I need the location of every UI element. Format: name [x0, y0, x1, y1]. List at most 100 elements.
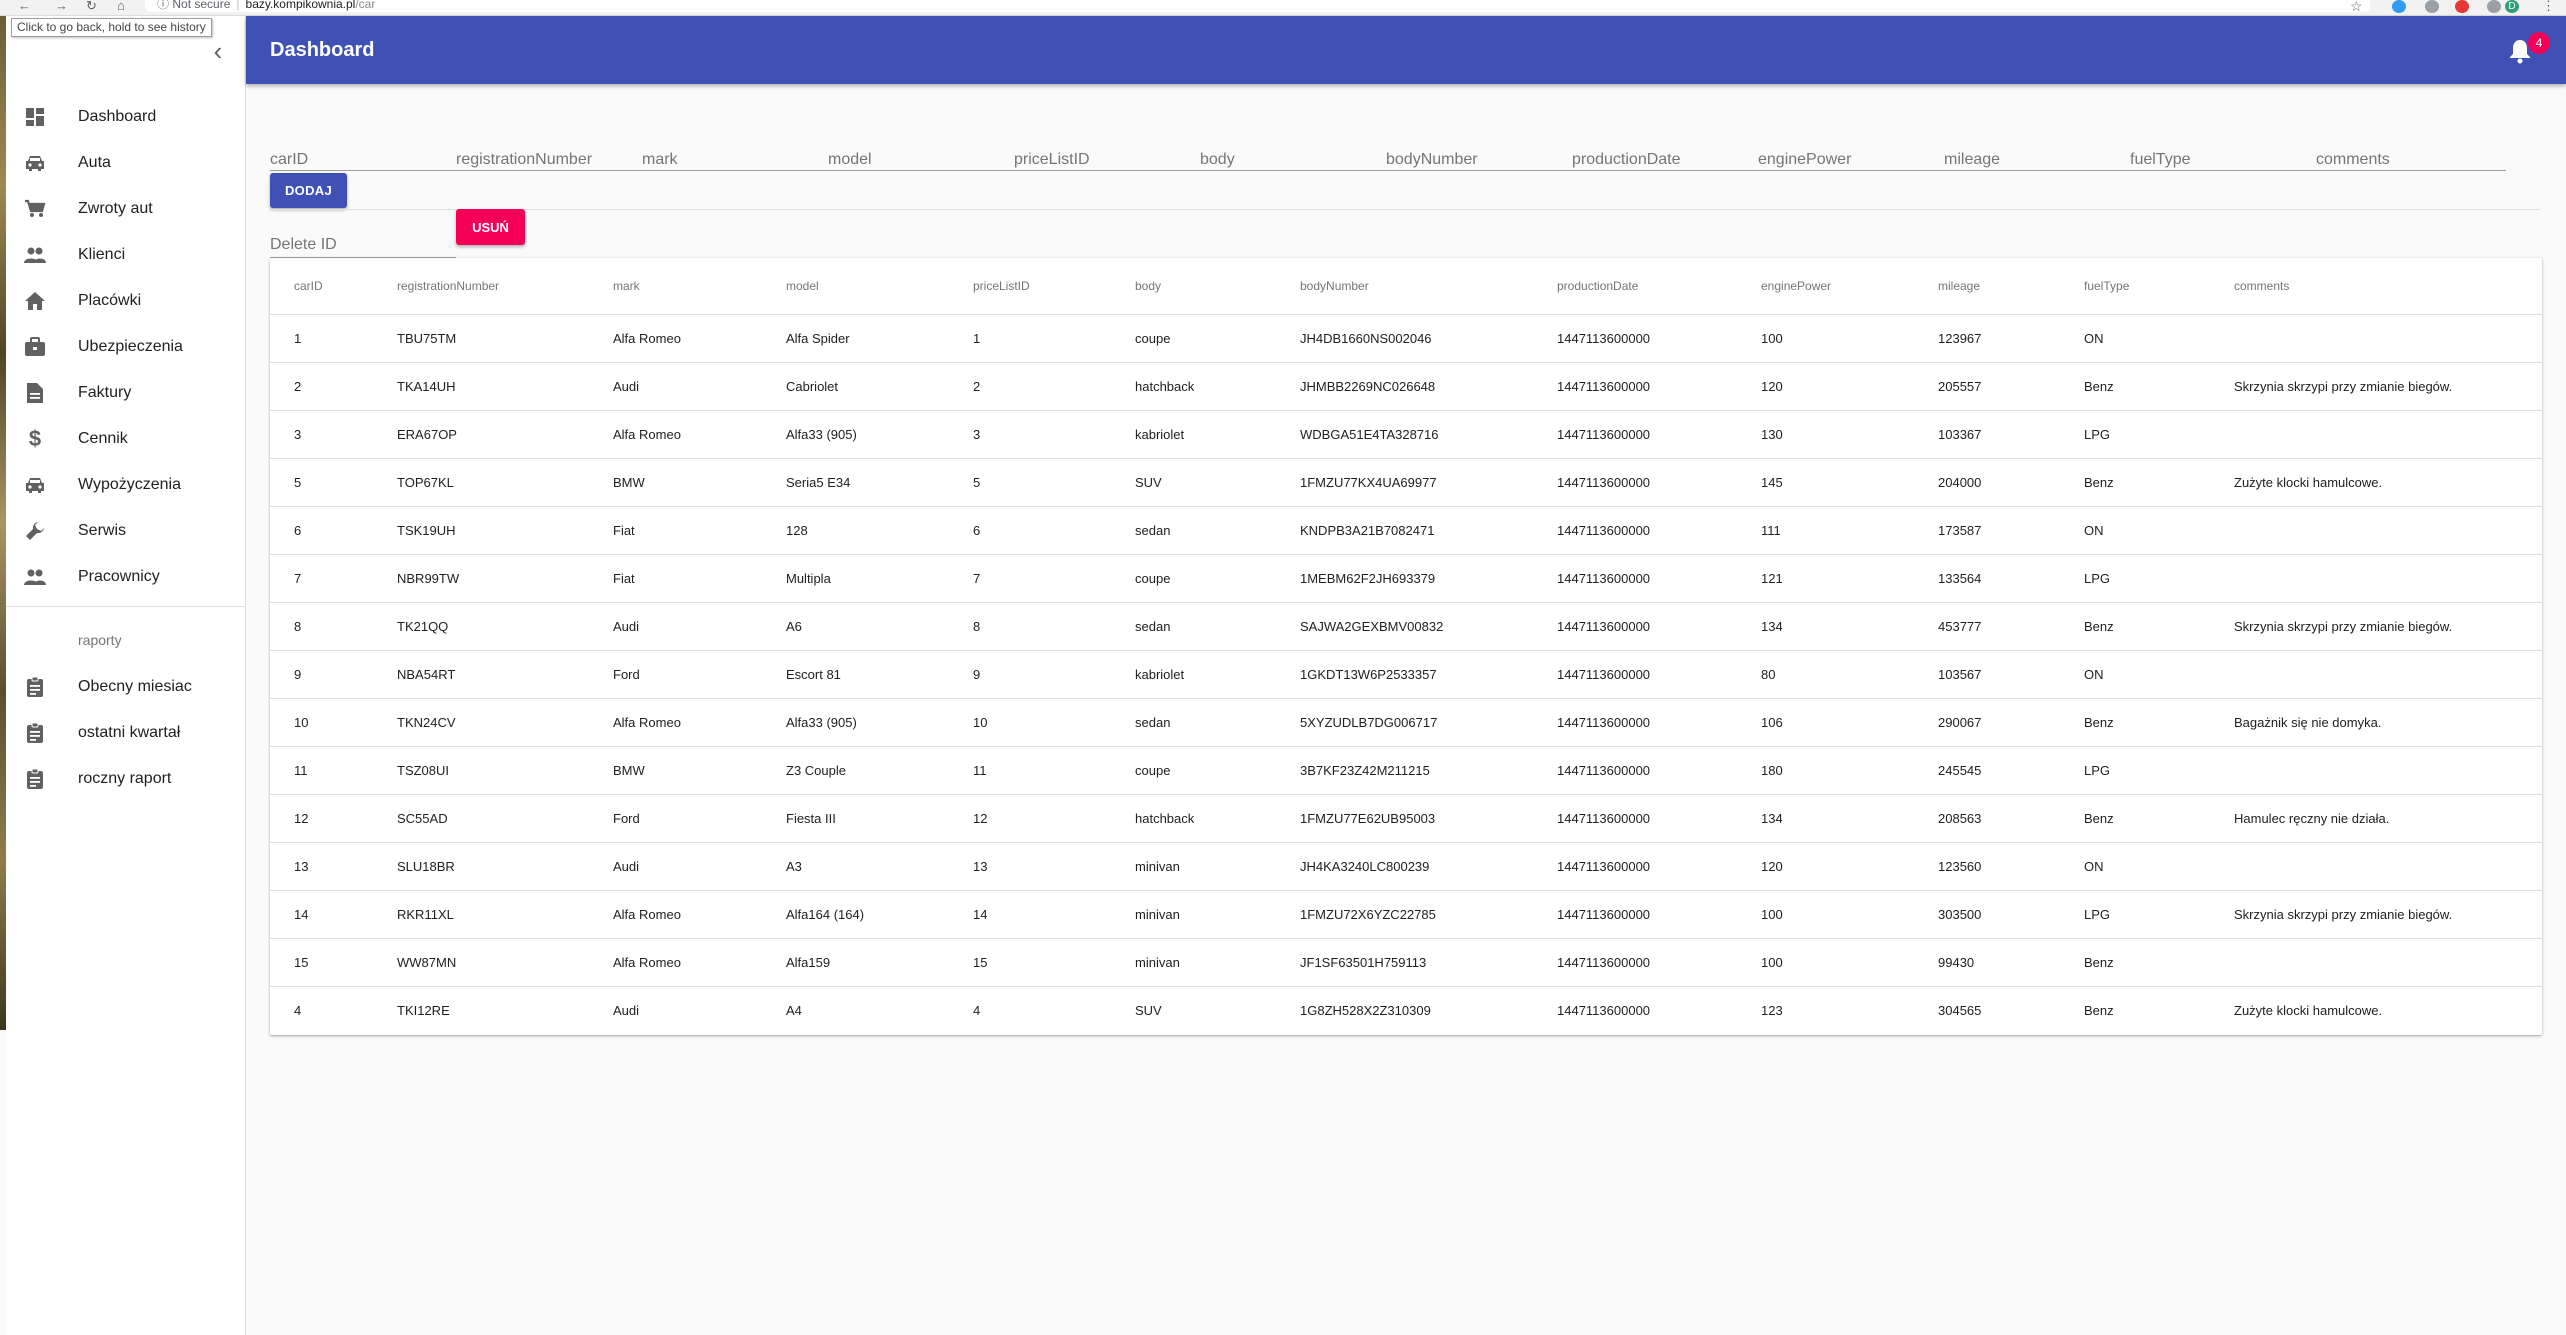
extension-icon[interactable] — [2392, 0, 2406, 13]
back-arrow-icon[interactable]: ← — [18, 0, 31, 14]
table-row[interactable]: 1 TBU75TM Alfa Romeo Alfa Spider 1 coupe JH4DB… — [270, 314, 2542, 363]
registration-number-input[interactable] — [456, 136, 642, 174]
table-cell: 1FMZU72X6YZC22785 — [1300, 890, 1557, 939]
body-number-field[interactable] — [1386, 136, 1572, 174]
body-number-input[interactable] — [1386, 136, 1572, 174]
extension-icon[interactable] — [2455, 0, 2469, 13]
fuel-type-input[interactable] — [2130, 136, 2316, 174]
mileage-field[interactable] — [1944, 136, 2130, 174]
engine-power-input[interactable] — [1758, 136, 1944, 174]
model-field[interactable] — [828, 136, 1014, 174]
price-list-id-input[interactable] — [1014, 136, 1200, 174]
body-field[interactable] — [1200, 136, 1386, 174]
body-input[interactable] — [1200, 136, 1386, 174]
table-cell: 245545 — [1938, 746, 2084, 795]
extension-icon[interactable] — [2425, 0, 2439, 13]
table-cell: Fiat — [613, 506, 786, 555]
column-header[interactable]: body — [1135, 258, 1300, 315]
sidebar-item-dashboard[interactable]: Dashboard — [6, 94, 246, 140]
chevron-left-icon[interactable]: ‹ — [206, 38, 230, 64]
sidebar-item-pracownicy[interactable]: Pracownicy — [6, 554, 246, 600]
carid-input[interactable] — [270, 136, 456, 174]
table-row[interactable]: 9 NBA54RT Ford Escort 81 9 kabriolet 1GKDT13W6… — [270, 650, 2542, 699]
table-cell — [2234, 746, 2542, 795]
sidebar-item-klienci[interactable]: Klienci — [6, 232, 246, 278]
column-header[interactable]: mark — [613, 258, 786, 315]
table-cell: 11 — [270, 746, 397, 795]
back-tooltip: Click to go back, hold to see history — [11, 18, 212, 37]
column-header[interactable]: carID — [270, 258, 397, 315]
delete-id-input[interactable] — [270, 224, 456, 257]
table-row[interactable]: 4 TKI12RE Audi A4 4 SUV 1G8ZH528X2Z310309 14471… — [270, 986, 2542, 1034]
table-cell: 1 — [270, 314, 397, 363]
briefcase-icon — [22, 334, 48, 360]
sidebar-item-obecny-miesiac[interactable]: Obecny miesiac — [6, 664, 246, 710]
table-cell: 3 — [270, 410, 397, 459]
forward-arrow-icon[interactable]: → — [55, 0, 68, 14]
production-date-field[interactable] — [1572, 136, 1758, 174]
column-header[interactable]: mileage — [1938, 258, 2084, 315]
kebab-menu-icon[interactable]: ⋮ — [2542, 0, 2555, 14]
engine-power-field[interactable] — [1758, 136, 1944, 174]
mileage-input[interactable] — [1944, 136, 2130, 174]
reload-icon[interactable]: ↻ — [86, 0, 97, 14]
column-header[interactable]: registrationNumber — [397, 258, 613, 315]
extension-icon[interactable] — [2487, 0, 2501, 13]
reports-section-header: raporty — [78, 632, 122, 648]
table-cell: TKI12RE — [397, 1002, 450, 1018]
column-header[interactable]: productionDate — [1557, 258, 1761, 315]
table-row[interactable]: 5 TOP67KL BMW Seria5 E34 5 SUV 1FMZU77KX4UA699… — [270, 458, 2542, 507]
table-cell: KNDPB3A21B7082471 — [1300, 506, 1557, 555]
comments-field[interactable] — [2316, 136, 2502, 174]
table-row[interactable]: 11 TSZ08UI BMW Z3 Couple 11 coupe 3B7KF23Z42M2… — [270, 746, 2542, 795]
table-row[interactable]: 10 TKN24CV Alfa Romeo Alfa33 (905) 10 sedan 5X… — [270, 698, 2542, 747]
sidebar-item-zwroty-aut[interactable]: Zwroty aut — [6, 186, 246, 232]
sidebar-item-serwis[interactable]: Serwis — [6, 508, 246, 554]
table-row[interactable]: 15 WW87MN Alfa Romeo Alfa159 15 minivan JF1SF6… — [270, 938, 2542, 987]
carid-field[interactable] — [270, 136, 456, 174]
price-list-id-field[interactable] — [1014, 136, 1200, 174]
table-row[interactable]: 14 RKR11XL Alfa Romeo Alfa164 (164) 14 miniva… — [270, 890, 2542, 939]
sidebar-item-roczny-raport[interactable]: roczny raport — [6, 756, 246, 802]
table-cell: 130 — [1761, 410, 1938, 459]
people-icon — [22, 564, 48, 590]
table-row[interactable]: 7 NBR99TW Fiat Multipla 7 coupe 1MEBM62F2JH693… — [270, 554, 2542, 603]
column-header[interactable]: bodyNumber — [1300, 258, 1557, 315]
column-header[interactable]: priceListID — [973, 258, 1135, 315]
column-header[interactable]: enginePower — [1761, 258, 1938, 315]
home-icon[interactable]: ⌂ — [117, 0, 125, 14]
table-row[interactable]: 12 SC55AD Ford Fiesta III 12 hatchback 1FMZU77… — [270, 794, 2542, 843]
profile-avatar[interactable]: D — [2505, 0, 2519, 13]
registration-number-field[interactable] — [456, 136, 642, 174]
comments-input[interactable] — [2316, 136, 2502, 174]
browser-toolbar: ← → ↻ ⌂ ⓘ Not secure | bazy.kompikownia.pl… — [0, 0, 2566, 16]
column-header[interactable]: comments — [2234, 258, 2542, 315]
mark-field[interactable] — [642, 136, 828, 174]
sidebar-item-faktury[interactable]: Faktury — [6, 370, 246, 416]
sidebar-item-ubezpieczenia[interactable]: Ubezpieczenia — [6, 324, 246, 370]
table-cell: 12 — [973, 794, 1135, 843]
table-row[interactable]: 8 TK21QQ Audi A6 8 sedan SAJWA2GEXBMV00832 1447… — [270, 602, 2542, 651]
add-button[interactable]: DODAJ — [270, 173, 347, 208]
table-row[interactable]: 2 TKA14UH Audi Cabriolet 2 hatchback JHMBB2269… — [270, 362, 2542, 411]
sidebar-item-cennik[interactable]: $ Cennik — [6, 416, 246, 462]
table-row[interactable]: 3 ERA67OP Alfa Romeo Alfa33 (905) 3 kabriolet… — [270, 410, 2542, 459]
sidebar-item-ostatni-kwartal[interactable]: ostatni kwartał — [6, 710, 246, 756]
production-date-input[interactable] — [1572, 136, 1758, 174]
address-bar[interactable]: ⓘ Not secure | bazy.kompikownia.pl/car — [145, 0, 2370, 12]
table-cell: 80 — [1761, 650, 1938, 699]
sidebar-item-auta[interactable]: Auta — [6, 140, 246, 186]
column-header[interactable]: fuelType — [2084, 258, 2234, 315]
info-icon[interactable]: ⓘ — [157, 0, 169, 11]
column-header[interactable]: model — [786, 258, 973, 315]
table-row[interactable]: 13 SLU18BR Audi A3 13 minivan JH4KA3240LC80023… — [270, 842, 2542, 891]
fuel-type-field[interactable] — [2130, 136, 2316, 174]
sidebar-item-placowki[interactable]: Placówki — [6, 278, 246, 324]
sidebar-item-wypozyczenia[interactable]: Wypożyczenia — [6, 462, 246, 508]
delete-id-field[interactable] — [270, 224, 456, 258]
mark-input[interactable] — [642, 136, 828, 174]
model-input[interactable] — [828, 136, 1014, 174]
table-row[interactable]: 6 TSK19UH Fiat 128 6 sedan KNDPB3A21B7082471 14… — [270, 506, 2542, 555]
delete-button[interactable]: USUŃ — [456, 209, 525, 245]
bookmark-star-icon[interactable]: ☆ — [2350, 0, 2363, 14]
